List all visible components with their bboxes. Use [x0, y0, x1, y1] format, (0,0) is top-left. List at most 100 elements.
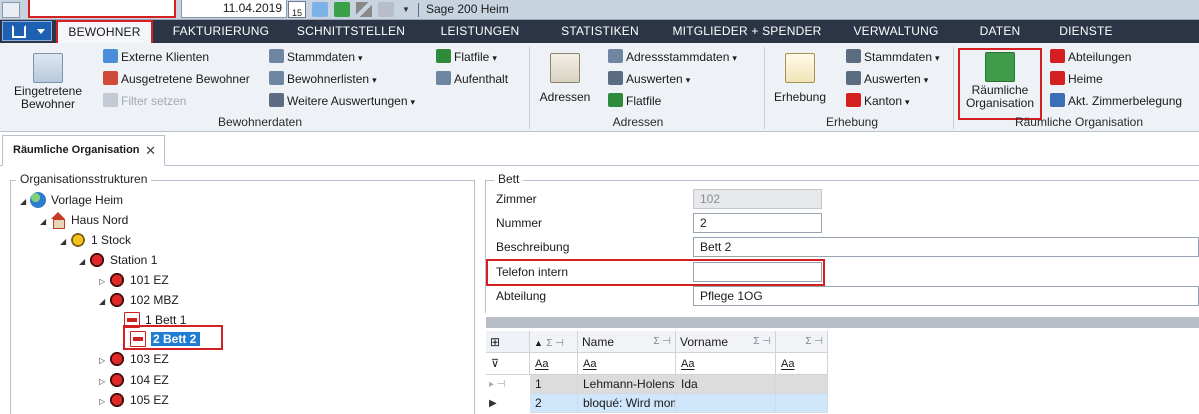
aufenthalt-button[interactable]: Aufenthalt [436, 70, 508, 88]
akt-zimmerbelegung-button[interactable]: Akt. Zimmerbelegung [1050, 92, 1182, 110]
filter-cell-nr[interactable]: Aa [530, 353, 578, 375]
adressstammdaten-label: Adressstammdaten [626, 50, 730, 64]
close-icon[interactable]: ✕ [145, 136, 156, 165]
expand-icon[interactable]: ▷ [99, 351, 109, 371]
export-icon[interactable] [334, 2, 350, 17]
doc-tab-raeumliche-organisation[interactable]: Räumliche Organisation ✕ [2, 135, 165, 166]
cell-extra[interactable] [776, 375, 828, 394]
bewohnerlisten-button[interactable]: Bewohnerlisten ▾ [269, 70, 377, 88]
grid-header-extra[interactable]: Σ ⊣ [776, 331, 828, 353]
persons-exit-icon [103, 71, 118, 85]
grid-header-vorname[interactable]: Vorname Σ ⊣ [676, 331, 776, 353]
tab-fakturierung[interactable]: FAKTURIERUNG [160, 20, 282, 43]
tree-node[interactable]: ◢ 1 Stock [60, 230, 131, 250]
kanton-button[interactable]: Kanton ▾ [846, 92, 910, 110]
grid-header-name[interactable]: Name Σ ⊣ [578, 331, 676, 353]
grid-group-panel [486, 318, 1199, 328]
print-icon[interactable] [378, 2, 394, 17]
externe-klienten-button[interactable]: Externe Klienten [103, 48, 209, 66]
erhebung-auswerten-label: Auswerten [864, 72, 921, 86]
collapse-icon[interactable]: ◢ [79, 252, 89, 272]
date-field[interactable]: 11.04.2019 [181, 0, 287, 18]
grid-column-chooser[interactable]: ⊞ [486, 331, 530, 353]
erhebung-stammdaten-button[interactable]: Stammdaten ▾ [846, 48, 940, 66]
tab-dienste[interactable]: DIENSTE [1046, 20, 1126, 43]
expand-icon[interactable]: ▷ [99, 372, 109, 392]
collapse-icon[interactable]: ◢ [99, 292, 109, 312]
cell-nr[interactable]: 2 [530, 394, 578, 413]
tree-node[interactable]: ▷ 103 EZ [99, 349, 169, 369]
customize-dropdown-icon[interactable]: ▼ [402, 2, 412, 17]
nummer-field[interactable]: 2 [693, 213, 822, 233]
cell-vorname[interactable] [676, 394, 776, 413]
tree-node[interactable]: ▷ 105 EZ [99, 390, 169, 410]
tree-node[interactable]: ◢ Haus Nord [40, 210, 128, 230]
grid-header-nr[interactable]: ▲ Σ ⊣ [530, 331, 578, 353]
cell-nr[interactable]: 1 [530, 375, 578, 394]
expand-icon[interactable]: ▷ [99, 272, 109, 292]
filter-cell-extra[interactable]: Aa [776, 353, 828, 375]
context-combo[interactable] [28, 0, 176, 18]
cell-extra[interactable] [776, 394, 828, 413]
expand-icon[interactable]: ▷ [99, 392, 109, 412]
filter-row-icon[interactable]: ⊽ [486, 353, 530, 375]
tab-schnittstellen[interactable]: SCHNITTSTELLEN [290, 20, 412, 43]
tools-icon[interactable] [356, 2, 372, 17]
ausgetretene-bewohner-button[interactable]: Ausgetretene Bewohner [103, 70, 250, 88]
filter-cell-name[interactable]: Aa [578, 353, 676, 375]
tab-mitglieder-spender[interactable]: MITGLIEDER + SPENDER [662, 20, 832, 43]
collapse-icon[interactable]: ◢ [60, 232, 70, 252]
adressen-flatfile-button[interactable]: Flatfile [608, 92, 661, 110]
bed-icon [1050, 71, 1065, 85]
row-indicator[interactable]: ▸ ⊣ [486, 375, 508, 394]
cell-vorname[interactable]: Ida [676, 375, 776, 394]
grid-header-name-label: Name [582, 335, 615, 349]
adressstammdaten-button[interactable]: Adressstammdaten ▾ [608, 48, 737, 66]
raeumliche-organisation-button[interactable]: Räumliche Organisation [960, 52, 1040, 110]
quick-access-button[interactable] [2, 2, 20, 18]
tab-leistungen[interactable]: LEISTUNGEN [420, 20, 540, 43]
filter-setzen-label: Filter setzen [121, 94, 187, 108]
adressen-auswerten-button[interactable]: Auswerten ▾ [608, 70, 690, 88]
filter-cell-vorname[interactable]: Aa [676, 353, 776, 375]
tab-daten[interactable]: DATEN [960, 20, 1040, 43]
field-label: Telefon intern [496, 265, 569, 279]
table-icon [608, 49, 623, 63]
flatfile-label: Flatfile [454, 50, 490, 64]
tree-node[interactable]: ▷ 101 EZ [99, 270, 169, 290]
erhebung-auswerten-button[interactable]: Auswerten ▾ [846, 70, 928, 88]
flatfile-button[interactable]: Flatfile ▾ [436, 48, 497, 66]
tree-node-label: 103 EZ [130, 352, 169, 366]
beschreibung-field[interactable]: Bett 2 [693, 237, 1199, 257]
tab-verwaltung[interactable]: VERWALTUNG [842, 20, 950, 43]
externe-klienten-label: Externe Klienten [121, 50, 210, 64]
abteilungen-button[interactable]: Abteilungen [1050, 48, 1131, 66]
collapse-icon[interactable]: ◢ [20, 192, 30, 212]
heime-button[interactable]: Heime [1050, 70, 1103, 88]
tree-node[interactable]: ◢ 102 MBZ [99, 290, 179, 310]
calendar-icon[interactable]: 15 [288, 1, 306, 18]
station-icon [89, 252, 105, 268]
stammdaten-button[interactable]: Stammdaten ▾ [269, 48, 363, 66]
refresh-icon[interactable] [312, 2, 328, 17]
tree-node[interactable]: ◢ Vorlage Heim [20, 190, 123, 210]
app-menu-button[interactable] [2, 21, 52, 41]
field-label: Beschreibung [496, 240, 570, 254]
filter-setzen-button[interactable]: Filter setzen [103, 92, 186, 110]
adressen-button[interactable]: Adressen [535, 53, 595, 104]
bett-legend: Bett [494, 172, 524, 186]
eingetretene-bewohner-button[interactable]: Eingetretene Bewohner [4, 53, 92, 111]
tab-bewohner[interactable]: BEWOHNER [56, 20, 153, 43]
telefon-intern-field[interactable] [693, 262, 822, 282]
abteilung-select[interactable]: Pflege 1OG [693, 286, 1199, 306]
tree-node-selected[interactable]: 2 Bett 2 [130, 329, 201, 349]
weitere-auswertungen-button[interactable]: Weitere Auswertungen ▾ [269, 92, 415, 110]
erhebung-button[interactable]: Erhebung [768, 53, 832, 104]
collapse-icon[interactable]: ◢ [40, 212, 50, 232]
tree-node[interactable]: ▷ 104 EZ [99, 370, 169, 390]
cell-name[interactable]: bloqué: Wird momentan [578, 394, 676, 413]
tree-node[interactable]: ◢ Station 1 [79, 250, 157, 270]
cell-name[interactable]: Lehmann-Holenstein [578, 375, 676, 394]
row-indicator-current[interactable]: ▶ ⊣ [486, 394, 508, 413]
tab-statistiken[interactable]: STATISTIKEN [548, 20, 652, 43]
